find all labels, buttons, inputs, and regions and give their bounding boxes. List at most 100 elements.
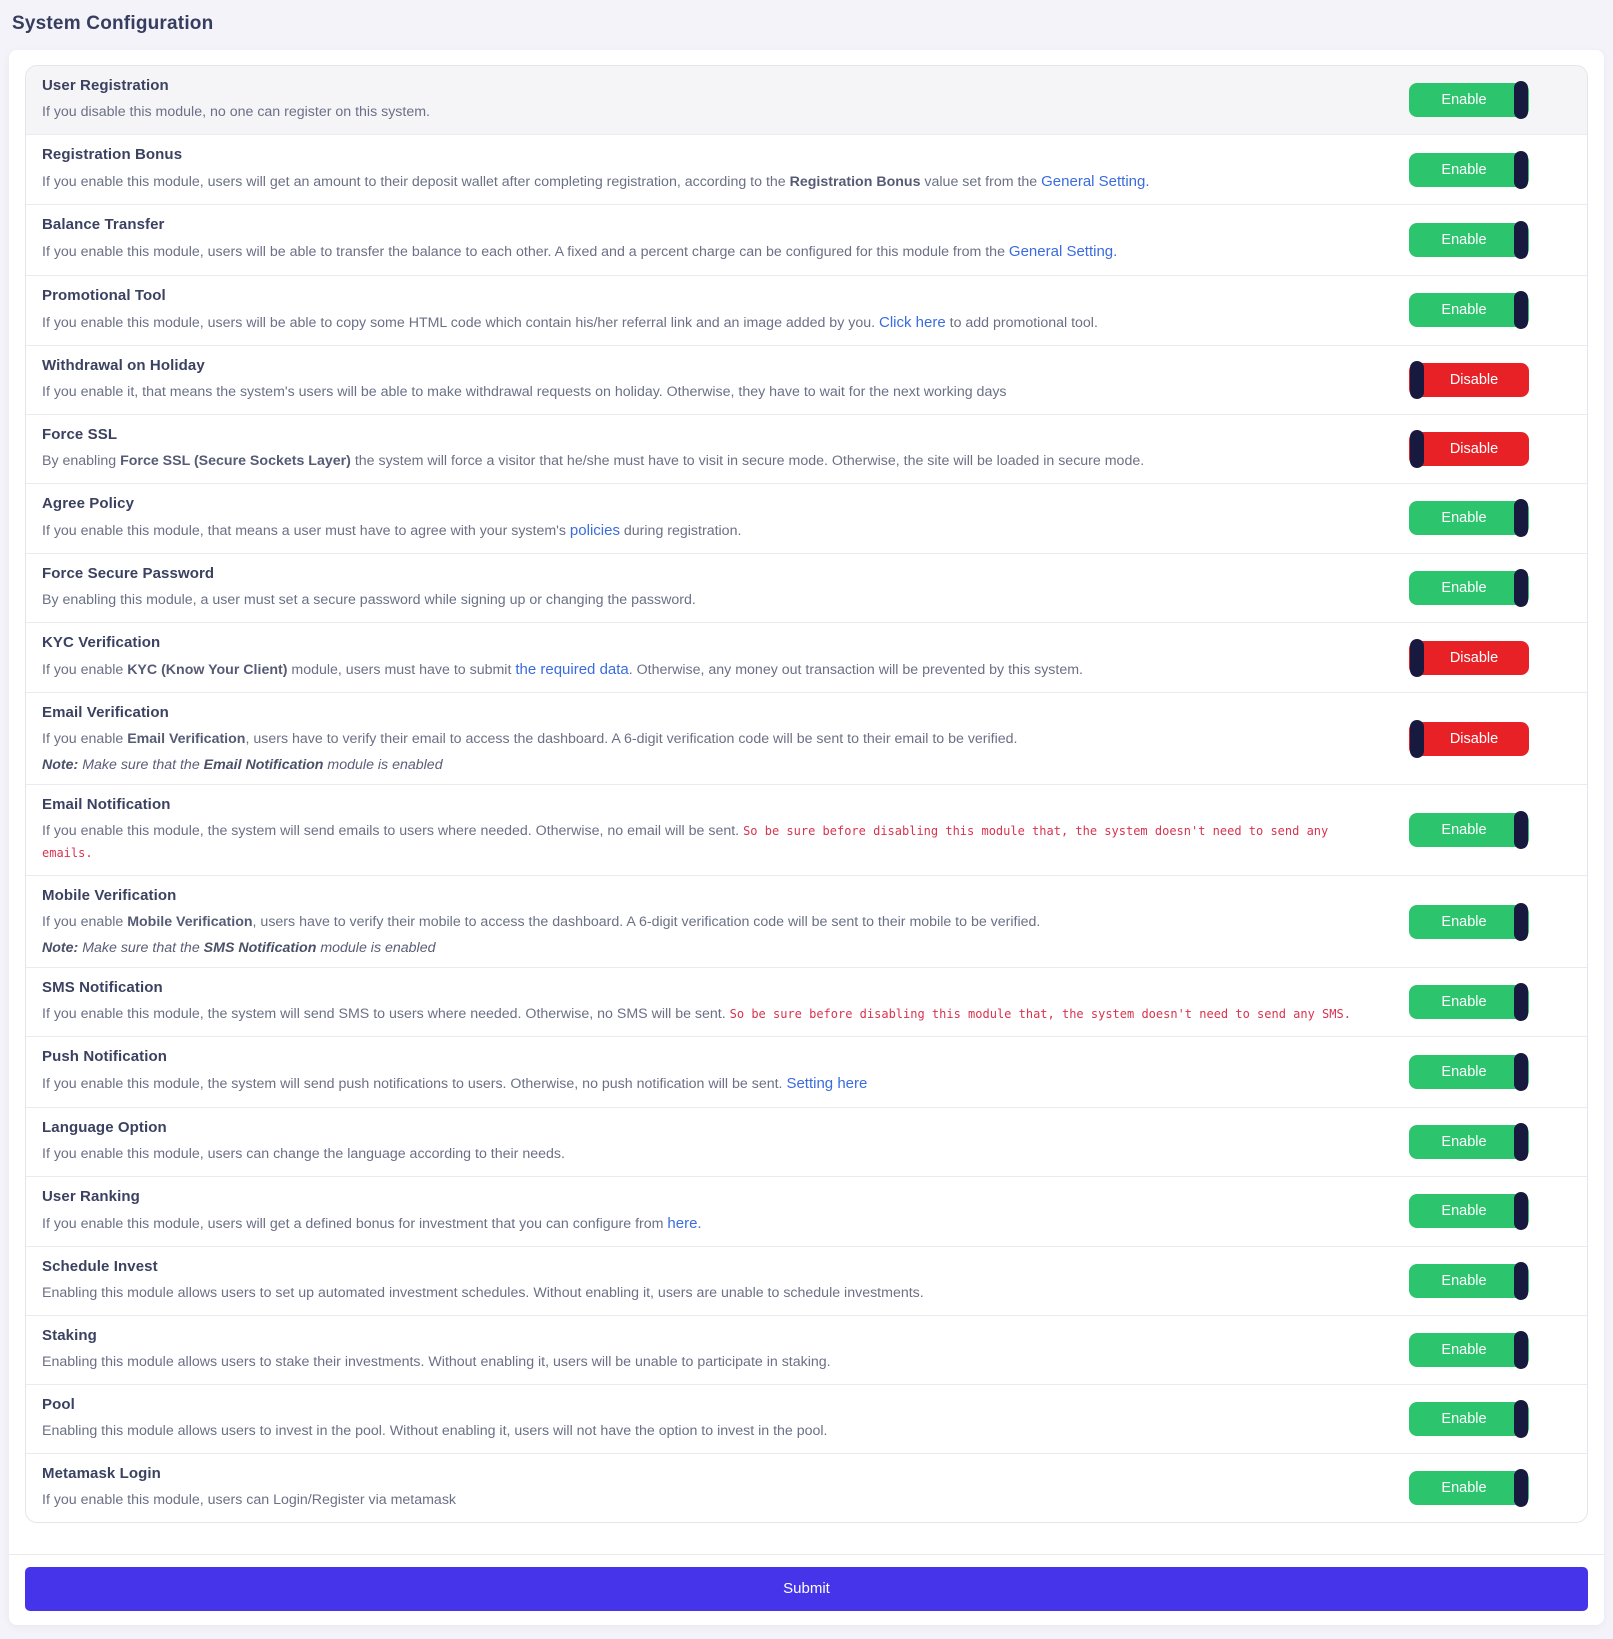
inline-link[interactable]: Setting here: [786, 1075, 867, 1092]
toggle-knob: [1514, 811, 1528, 849]
toggle-enable-button[interactable]: Enable: [1409, 1264, 1529, 1298]
toggle-wrap: Enable: [1409, 1264, 1571, 1298]
bold-text: Mobile Verification: [127, 914, 252, 930]
module-title: Metamask Login: [42, 1465, 1385, 1482]
text: If you enable this module, users will ge…: [42, 1216, 667, 1232]
module-title: Pool: [42, 1396, 1385, 1413]
toggle-knob: [1514, 291, 1528, 329]
module-info: Pool Enabling this module allows users t…: [42, 1396, 1409, 1442]
module-info: Registration Bonus If you enable this mo…: [42, 146, 1409, 193]
module-description: If you enable Mobile Verification, users…: [42, 911, 1385, 933]
text: If you disable this module, no one can r…: [42, 104, 430, 120]
toggle-disable-button[interactable]: Disable: [1409, 722, 1529, 756]
module-title: Language Option: [42, 1119, 1385, 1136]
module-row: Promotional Tool If you enable this modu…: [26, 275, 1587, 345]
toggle-wrap: Disable: [1409, 722, 1571, 756]
module-info: Schedule Invest Enabling this module all…: [42, 1258, 1409, 1304]
toggle-enable-button[interactable]: Enable: [1409, 293, 1529, 327]
module-note: Note: Make sure that the Email Notificat…: [42, 757, 1385, 773]
module-info: Promotional Tool If you enable this modu…: [42, 287, 1409, 334]
module-description: If you enable Email Verification, users …: [42, 728, 1385, 750]
toggle-enable-button[interactable]: Enable: [1409, 1194, 1529, 1228]
toggle-enable-button[interactable]: Enable: [1409, 1402, 1529, 1436]
toggle-enable-button[interactable]: Enable: [1409, 985, 1529, 1019]
module-description: By enabling Force SSL (Secure Sockets La…: [42, 450, 1385, 472]
module-list: User Registration If you disable this mo…: [25, 65, 1588, 1523]
toggle-enable-button[interactable]: Enable: [1409, 501, 1529, 535]
module-info: User Registration If you disable this mo…: [42, 77, 1409, 123]
module-note: Note: Make sure that the SMS Notificatio…: [42, 940, 1385, 956]
module-row: Balance Transfer If you enable this modu…: [26, 204, 1587, 274]
toggle-enable-button[interactable]: Enable: [1409, 905, 1529, 939]
inline-link[interactable]: the required data: [515, 661, 628, 678]
module-description: If you enable this module, the system wi…: [42, 820, 1385, 864]
module-row: Withdrawal on Holiday If you enable it, …: [26, 345, 1587, 414]
toggle-enable-button[interactable]: Enable: [1409, 223, 1529, 257]
text: If you enable this module, users can cha…: [42, 1146, 565, 1162]
toggle-knob: [1410, 361, 1424, 399]
module-title: Push Notification: [42, 1048, 1385, 1065]
toggle-knob: [1514, 1469, 1528, 1507]
inline-link[interactable]: policies: [570, 522, 620, 539]
module-title: Force Secure Password: [42, 565, 1385, 582]
bold-text: Email Verification: [127, 731, 245, 747]
module-title: Withdrawal on Holiday: [42, 357, 1385, 374]
toggle-label: Disable: [1440, 650, 1498, 666]
toggle-enable-button[interactable]: Enable: [1409, 153, 1529, 187]
toggle-disable-button[interactable]: Disable: [1409, 641, 1529, 675]
inline-link[interactable]: here.: [667, 1215, 701, 1232]
toggle-label: Disable: [1440, 731, 1498, 747]
toggle-label: Enable: [1441, 994, 1496, 1010]
module-info: Mobile Verification If you enable Mobile…: [42, 887, 1409, 956]
bold-text: Registration Bonus: [790, 174, 921, 190]
module-row: Email Verification If you enable Email V…: [26, 692, 1587, 784]
toggle-enable-button[interactable]: Enable: [1409, 1125, 1529, 1159]
toggle-knob: [1514, 499, 1528, 537]
module-row: Agree Policy If you enable this module, …: [26, 483, 1587, 553]
module-row: Push Notification If you enable this mod…: [26, 1036, 1587, 1106]
inline-link[interactable]: General Setting.: [1009, 243, 1117, 260]
toggle-enable-button[interactable]: Enable: [1409, 83, 1529, 117]
toggle-knob: [1514, 1053, 1528, 1091]
toggle-disable-button[interactable]: Disable: [1409, 363, 1529, 397]
toggle-enable-button[interactable]: Enable: [1409, 1333, 1529, 1367]
toggle-disable-button[interactable]: Disable: [1409, 432, 1529, 466]
module-info: KYC Verification If you enable KYC (Know…: [42, 634, 1409, 681]
toggle-label: Enable: [1441, 1203, 1496, 1219]
module-title: Registration Bonus: [42, 146, 1385, 163]
module-description: If you enable this module, users can Log…: [42, 1489, 1385, 1511]
toggle-knob: [1514, 1123, 1528, 1161]
module-row: Language Option If you enable this modul…: [26, 1107, 1587, 1176]
toggle-wrap: Disable: [1409, 641, 1571, 675]
module-title: Mobile Verification: [42, 887, 1385, 904]
module-title: Schedule Invest: [42, 1258, 1385, 1275]
submit-button[interactable]: Submit: [25, 1567, 1588, 1611]
toggle-wrap: Enable: [1409, 1125, 1571, 1159]
text: Enabling this module allows users to inv…: [42, 1423, 828, 1439]
toggle-label: Enable: [1441, 302, 1496, 318]
module-title: User Registration: [42, 77, 1385, 94]
toggle-enable-button[interactable]: Enable: [1409, 1055, 1529, 1089]
text: to add promotional tool.: [946, 315, 1098, 331]
module-info: Force Secure Password By enabling this m…: [42, 565, 1409, 611]
module-description: If you disable this module, no one can r…: [42, 101, 1385, 123]
text: Enabling this module allows users to set…: [42, 1285, 924, 1301]
inline-link[interactable]: Click here: [879, 314, 946, 331]
toggle-enable-button[interactable]: Enable: [1409, 813, 1529, 847]
toggle-label: Disable: [1440, 441, 1498, 457]
toggle-wrap: Enable: [1409, 293, 1571, 327]
toggle-wrap: Enable: [1409, 1402, 1571, 1436]
text: module, users must have to submit: [287, 662, 515, 678]
toggle-enable-button[interactable]: Enable: [1409, 1471, 1529, 1505]
toggle-label: Enable: [1441, 822, 1496, 838]
toggle-wrap: Enable: [1409, 1471, 1571, 1505]
module-info: Withdrawal on Holiday If you enable it, …: [42, 357, 1409, 403]
inline-link[interactable]: General Setting.: [1041, 173, 1149, 190]
toggle-wrap: Enable: [1409, 153, 1571, 187]
toggle-enable-button[interactable]: Enable: [1409, 571, 1529, 605]
module-title: KYC Verification: [42, 634, 1385, 651]
text: value set from the: [920, 174, 1041, 190]
toggle-wrap: Enable: [1409, 985, 1571, 1019]
bold-text: KYC (Know Your Client): [127, 662, 287, 678]
module-row: User Registration If you disable this mo…: [26, 66, 1587, 134]
